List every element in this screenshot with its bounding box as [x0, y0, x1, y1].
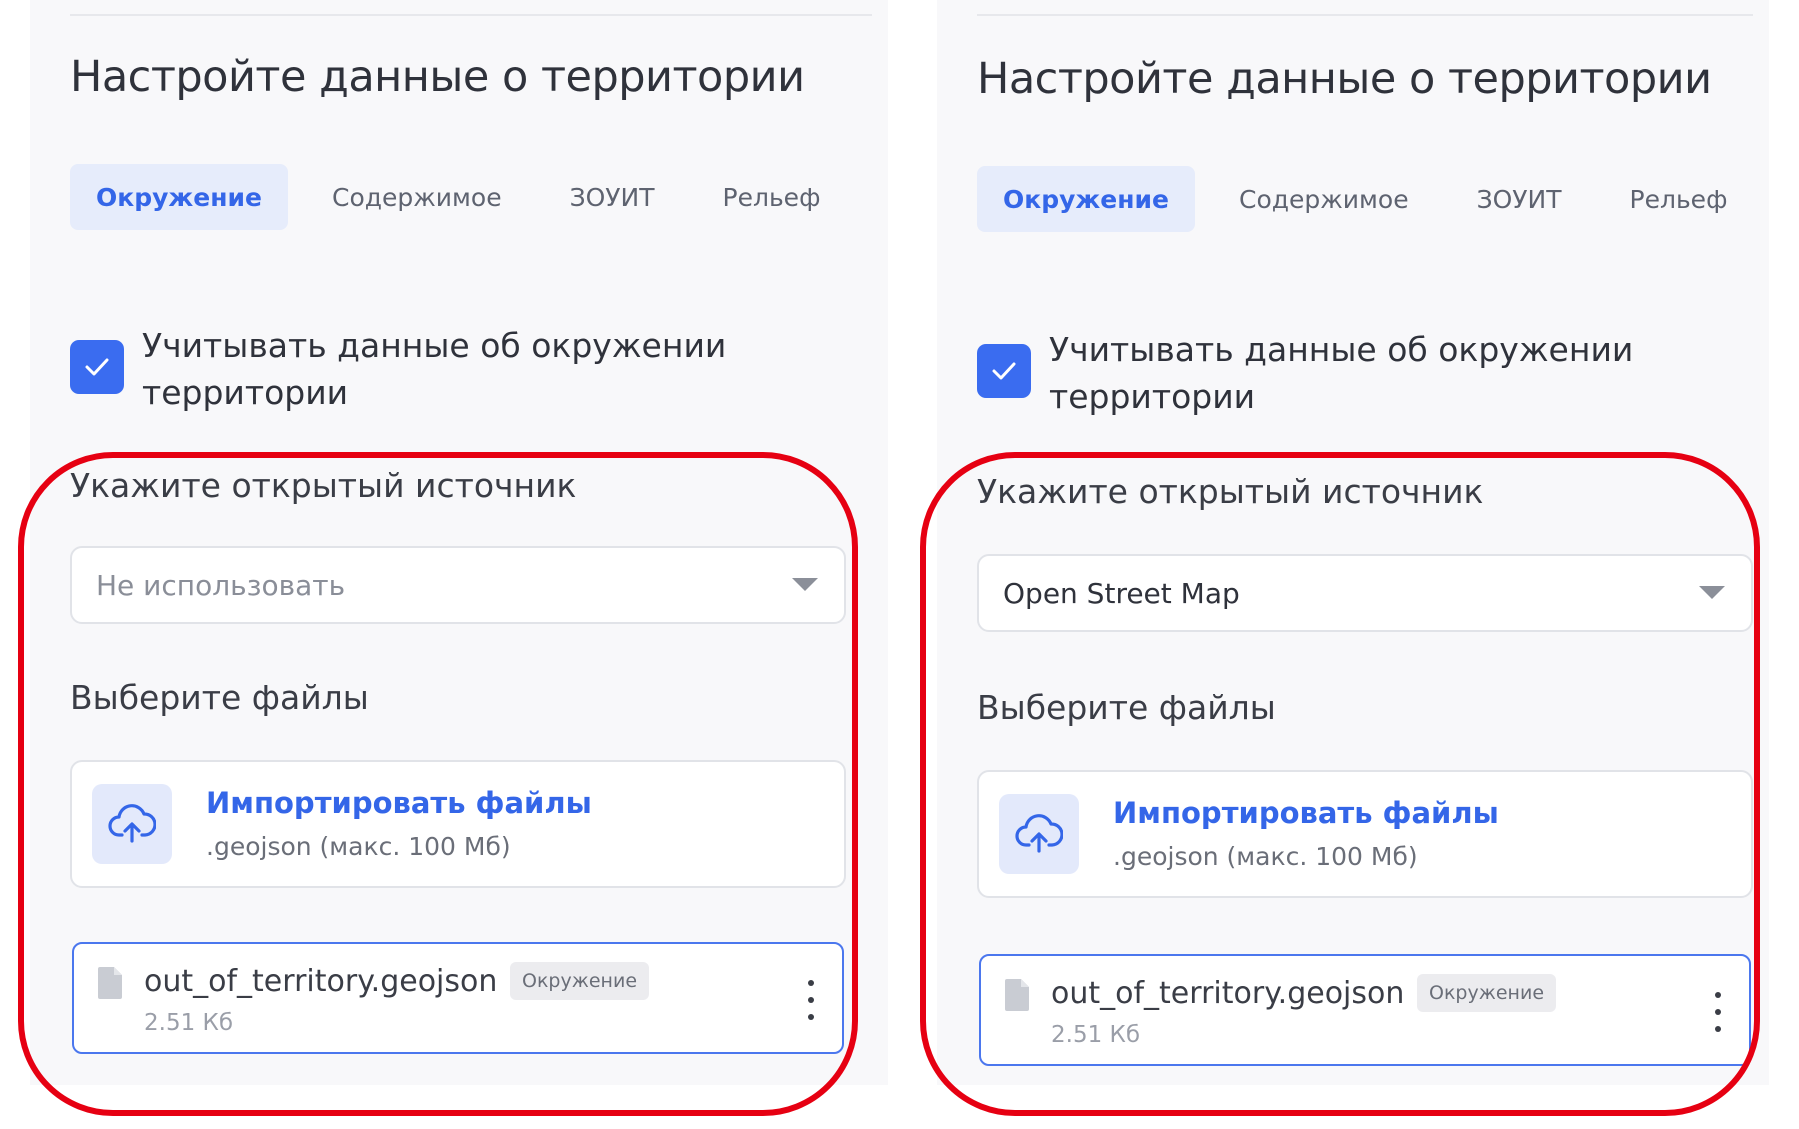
tab-content[interactable]: Содержимое	[1215, 166, 1433, 232]
tab-relief[interactable]: Рельеф	[699, 164, 845, 230]
highlight-frame-left	[18, 452, 858, 1116]
check-icon	[992, 362, 1016, 380]
page-title: Настройте данные о территории	[977, 54, 1712, 104]
environment-checkbox[interactable]	[977, 344, 1031, 398]
page-title: Настройте данные о территории	[70, 52, 805, 102]
tab-environment[interactable]: Окружение	[70, 164, 288, 230]
tab-bar: Окружение Содержимое ЗОУИТ Рельеф	[977, 166, 1751, 232]
tab-environment[interactable]: Окружение	[977, 166, 1195, 232]
environment-checkbox-label: Учитывать данные об окружении территории	[1049, 330, 1634, 416]
check-icon	[85, 358, 109, 376]
tab-content[interactable]: Содержимое	[308, 164, 526, 230]
environment-checkbox-row: Учитывать данные об окружении территории	[70, 322, 782, 416]
tab-zouit[interactable]: ЗОУИТ	[546, 164, 679, 230]
tab-relief[interactable]: Рельеф	[1606, 166, 1752, 232]
highlight-frame-right	[920, 452, 1760, 1116]
environment-checkbox-row: Учитывать данные об окружении территории	[977, 326, 1689, 420]
tab-zouit[interactable]: ЗОУИТ	[1453, 166, 1586, 232]
environment-checkbox[interactable]	[70, 340, 124, 394]
tab-bar: Окружение Содержимое ЗОУИТ Рельеф	[70, 164, 844, 230]
top-divider	[977, 14, 1753, 16]
top-divider	[70, 14, 872, 16]
environment-checkbox-label: Учитывать данные об окружении территории	[142, 326, 727, 412]
